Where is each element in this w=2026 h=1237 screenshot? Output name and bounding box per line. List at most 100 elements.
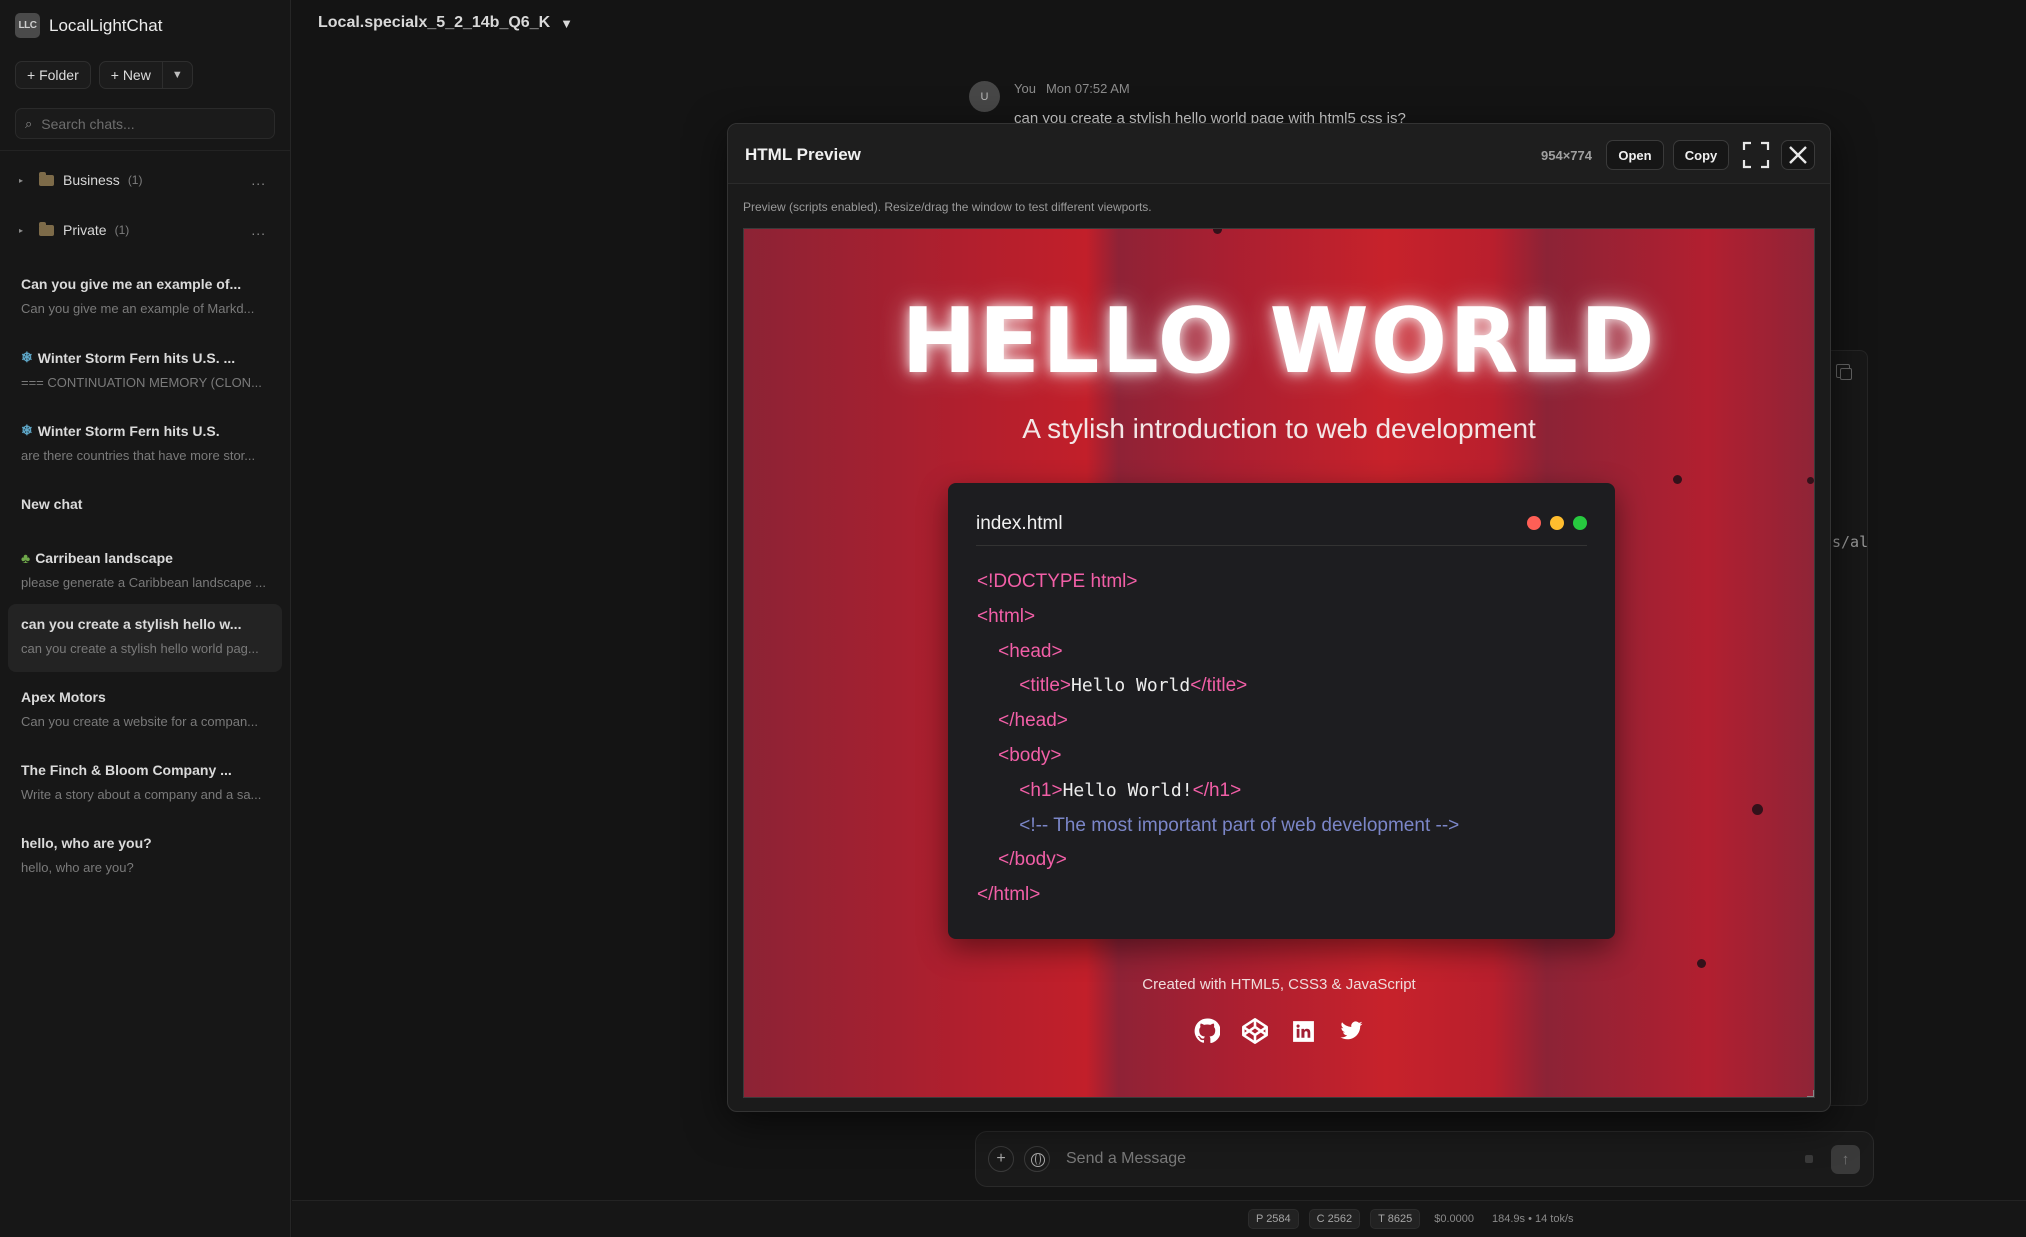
code-line: <h1>Hello World!</h1> <box>1019 779 1242 801</box>
folder-more-button[interactable]: ... <box>251 172 266 188</box>
chat-preview: === CONTINUATION MEMORY (CLON... <box>21 375 262 390</box>
close-icon[interactable] <box>1781 140 1815 170</box>
web-search-icon[interactable] <box>1024 1146 1050 1172</box>
chat-search-input[interactable] <box>41 115 262 132</box>
folder-icon <box>39 221 54 236</box>
chat-preview: Can you give me an example of Markd... <box>21 301 255 316</box>
resize-handle[interactable] <box>1807 1090 1814 1097</box>
model-name: Local.specialx_5_2_14b_Q6_K <box>318 14 551 31</box>
code-line: <html> <box>977 605 1036 627</box>
chat-title: New chat <box>21 496 83 512</box>
chevron-down-icon: ▼ <box>560 15 574 31</box>
speed: 184.9s • 14 tok/s <box>1491 1213 1574 1225</box>
modal-header[interactable]: HTML Preview 954×774 Open Copy <box>728 124 1830 184</box>
new-chat-dropdown-icon[interactable]: ▼ <box>161 62 192 88</box>
chat-preview: hello, who are you? <box>21 860 134 875</box>
new-folder-button[interactable]: + Folder <box>15 61 91 89</box>
code-line: </body> <box>998 849 1067 871</box>
chat-list-item[interactable]: ❄ Winter Storm Fern hits U.S. are there c… <box>8 410 282 478</box>
minimize-dot-icon <box>1550 516 1564 530</box>
tagline: A stylish introduction to web developmen… <box>1022 413 1536 444</box>
stop-icon[interactable] <box>1805 1155 1813 1163</box>
total-tokens: T 8625 <box>1370 1209 1421 1229</box>
sidebar-actions: + Folder + New ▼ <box>15 61 193 89</box>
chat-title: can you create a stylish hello w... <box>21 616 242 632</box>
chat-list-item[interactable]: ♣ Carribean landscape please generate a C… <box>8 538 282 606</box>
maximize-dot-icon <box>1573 516 1587 530</box>
attach-button[interactable]: + <box>988 1146 1014 1172</box>
send-button[interactable]: ↑ <box>1831 1144 1860 1174</box>
code-filename: index.html <box>976 513 1063 534</box>
folder-business[interactable]: ▸ Business (1) ... <box>0 161 290 199</box>
social-links <box>744 1017 1814 1045</box>
code-line: <!DOCTYPE html> <box>977 571 1138 592</box>
code-line: <head> <box>998 640 1063 662</box>
sidebar: LLC LocalLightChat + Folder + New ▼ ⌕ ▸ … <box>0 0 291 1237</box>
code-comment: <!-- The most important part of web deve… <box>1019 814 1460 836</box>
copy-button[interactable]: Copy <box>1673 140 1729 170</box>
folder-name: Private <box>63 222 107 238</box>
chat-list-item[interactable]: The Finch & Bloom Company ... Write a st… <box>8 750 282 818</box>
close-dot-icon <box>1527 516 1541 530</box>
copy-icon[interactable] <box>1836 364 1852 380</box>
chat-title: Apex Motors <box>21 689 106 705</box>
new-chat-button[interactable]: + New <box>100 62 162 88</box>
github-icon[interactable] <box>1193 1017 1221 1045</box>
chat-title: Carribean landscape <box>35 550 173 566</box>
folder-expand-icon[interactable]: ▸ <box>19 176 39 185</box>
chat-preview: Can you create a website for a compan... <box>21 714 259 729</box>
particle-dot <box>1752 804 1763 815</box>
chat-title-row: ♣ Carribean landscape <box>21 550 282 566</box>
chat-list-item-active[interactable]: can you create a stylish hello w... can … <box>8 604 282 672</box>
fullscreen-icon[interactable] <box>1739 140 1773 170</box>
chat-preview: please generate a Caribbean landscape ..… <box>21 575 267 590</box>
code-line: <body> <box>998 744 1062 766</box>
code-lines: <!DOCTYPE html> <html> <head> <title>Hel… <box>977 565 1459 913</box>
chat-title: Winter Storm Fern hits U.S. <box>37 422 220 439</box>
modal-title: HTML Preview <box>745 145 861 164</box>
chat-list-item[interactable]: ❄ Winter Storm Fern hits U.S. ... === CON… <box>8 337 282 405</box>
app-brand: LLC LocalLightChat <box>15 13 162 38</box>
code-line: </html> <box>977 884 1041 906</box>
chat-title: Winter Storm Fern hits U.S. ... <box>37 349 236 366</box>
message-author: You <box>1014 81 1036 96</box>
open-button[interactable]: Open <box>1606 140 1664 170</box>
code-line: </head> <box>998 710 1068 732</box>
folder-name: Business <box>63 172 120 188</box>
prompt-tokens: P 2584 <box>1248 1209 1299 1229</box>
linkedin-icon[interactable] <box>1289 1017 1317 1045</box>
page-footer: Created with HTML5, CSS3 & JavaScript <box>1142 976 1416 993</box>
folder-more-button[interactable]: ... <box>251 222 266 238</box>
preview-frame[interactable]: HELLO WORLD A stylish introduction to we… <box>743 228 1815 1098</box>
code-window: index.html <!DOCTYPE html> <html> <head>… <box>948 483 1615 939</box>
app-logo: LLC <box>15 13 40 38</box>
snowflake-icon: ❄ <box>21 349 33 365</box>
folder-private[interactable]: ▸ Private (1) ... <box>0 211 290 249</box>
chat-list-item[interactable]: Apex Motors Can you create a website for… <box>8 677 282 745</box>
code-fragment: s/al <box>1832 533 1869 551</box>
viewport-size: 954×774 <box>1541 148 1592 163</box>
particle-dot <box>1807 477 1814 484</box>
codepen-icon[interactable] <box>1241 1017 1269 1045</box>
code-divider <box>976 545 1587 546</box>
sidebar-divider <box>0 150 290 151</box>
window-dots <box>1527 516 1587 530</box>
twitter-icon[interactable] <box>1337 1017 1365 1045</box>
message-meta: You Mon 07:52 AM <box>1014 81 1130 96</box>
particle-dot <box>1673 475 1682 484</box>
folder-expand-icon[interactable]: ▸ <box>19 226 39 235</box>
status-bar: P 2584 C 2562 T 8625 $0.0000 184.9s • 14… <box>292 1200 2026 1237</box>
new-chat-split-button: + New ▼ <box>98 61 193 89</box>
chat-list-item[interactable]: Can you give me an example of... Can you… <box>8 264 282 332</box>
particle-dot <box>1697 959 1706 968</box>
message-input[interactable] <box>1066 1150 1805 1168</box>
model-selector[interactable]: Local.specialx_5_2_14b_Q6_K ▼ <box>318 14 573 32</box>
preview-note: Preview (scripts enabled). Resize/drag t… <box>743 200 1152 214</box>
html-preview-modal[interactable]: HTML Preview 954×774 Open Copy Preview (… <box>727 123 1831 1112</box>
chat-list-item[interactable]: hello, who are you? hello, who are you? <box>8 823 282 891</box>
chat-title: Can you give me an example of... <box>21 276 242 292</box>
avatar: U <box>969 81 1000 112</box>
chat-title-row: ❄ Winter Storm Fern hits U.S. <box>21 422 282 439</box>
chat-title-row: ❄ Winter Storm Fern hits U.S. ... <box>21 349 282 366</box>
chat-preview: can you create a stylish hello world pag… <box>21 641 259 656</box>
